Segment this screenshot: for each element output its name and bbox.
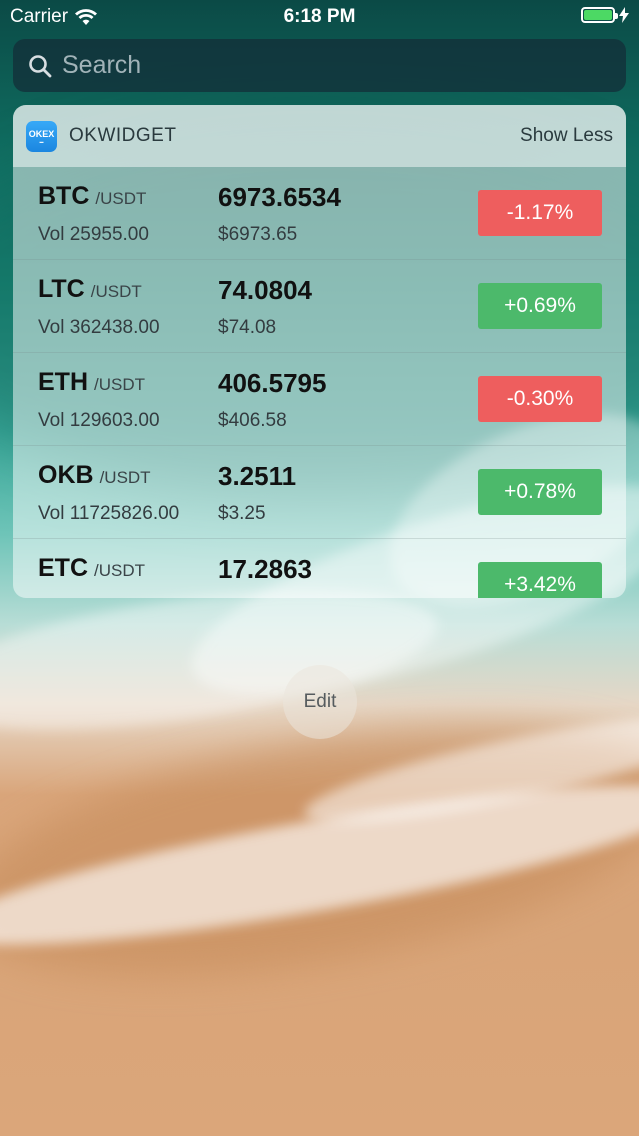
ticker-row[interactable]: LTC/USDT 74.0804 Vol 362438.00 $74.08 +0… — [13, 260, 626, 353]
symbol-name: LTC — [38, 275, 85, 303]
app-icon-sub: ▬ — [39, 138, 44, 144]
widget-header: OKEX ▬ OKWIDGET Show Less — [13, 105, 626, 167]
ticker-price: 17.2863 — [218, 554, 312, 584]
symbol-name: BTC — [38, 182, 90, 210]
ticker-volume: Vol 11725826.00 — [38, 503, 180, 524]
okwidget-panel: OKEX ▬ OKWIDGET Show Less BTC/USDT 6973.… — [13, 105, 626, 598]
app-icon-text: OKEX — [28, 128, 55, 139]
change-badge: +0.69% — [478, 283, 602, 329]
widget-title: OKWIDGET — [69, 125, 177, 146]
charging-bolt-icon — [619, 7, 629, 23]
ticker-usd-price: $3.25 — [218, 503, 266, 524]
ticker-price: 3.2511 — [218, 461, 297, 491]
ticker-row[interactable]: ETC/USDT 17.2863 +3.42% — [13, 539, 626, 598]
ticker-volume: Vol 25955.00 — [38, 224, 149, 245]
change-badge: -0.30% — [478, 376, 602, 422]
ticker-row[interactable]: BTC/USDT 6973.6534 Vol 25955.00 $6973.65… — [13, 167, 626, 260]
okex-app-icon: OKEX ▬ — [26, 120, 57, 152]
quote-currency: /USDT — [99, 468, 151, 487]
ticker-symbol: OKB/USDT — [38, 461, 151, 490]
ticker-price: 6973.6534 — [218, 182, 341, 212]
ticker-volume: Vol 362438.00 — [38, 317, 160, 338]
ticker-symbol: BTC/USDT — [38, 182, 146, 211]
quote-currency: /USDT — [95, 189, 147, 208]
edit-widgets-button[interactable]: Edit — [283, 665, 357, 739]
ticker-list: BTC/USDT 6973.6534 Vol 25955.00 $6973.65… — [13, 167, 626, 598]
search-bar[interactable] — [13, 39, 626, 92]
ticker-usd-price: $74.08 — [218, 317, 277, 338]
change-badge: +3.42% — [478, 562, 602, 598]
ticker-row[interactable]: OKB/USDT 3.2511 Vol 11725826.00 $3.25 +0… — [13, 446, 626, 539]
search-icon — [29, 54, 52, 77]
symbol-name: OKB — [38, 461, 94, 489]
change-badge: +0.78% — [478, 469, 602, 515]
symbol-name: ETC — [38, 554, 88, 582]
clock: 6:18 PM — [283, 6, 356, 27]
quote-currency: /USDT — [90, 282, 142, 301]
battery-icon — [581, 7, 618, 23]
symbol-name: ETH — [38, 368, 88, 396]
battery-level — [584, 10, 612, 20]
quote-currency: /USDT — [94, 561, 145, 580]
ticker-row[interactable]: ETH/USDT 406.5795 Vol 129603.00 $406.58 … — [13, 353, 626, 446]
ticker-symbol: ETC/USDT — [38, 554, 145, 583]
quote-currency: /USDT — [94, 375, 145, 394]
search-input[interactable] — [62, 51, 582, 80]
ticker-usd-price: $6973.65 — [218, 224, 298, 245]
ticker-price: 406.5795 — [218, 368, 327, 398]
ticker-symbol: LTC/USDT — [38, 275, 142, 304]
ticker-price: 74.0804 — [218, 275, 312, 305]
status-bar: Carrier 6:18 PM — [0, 0, 639, 34]
change-badge: -1.17% — [478, 190, 602, 236]
show-less-button[interactable]: Show Less — [520, 125, 613, 147]
battery-indicator — [581, 7, 629, 23]
ticker-symbol: ETH/USDT — [38, 368, 145, 397]
ticker-usd-price: $406.58 — [218, 410, 287, 431]
ticker-volume: Vol 129603.00 — [38, 410, 160, 431]
